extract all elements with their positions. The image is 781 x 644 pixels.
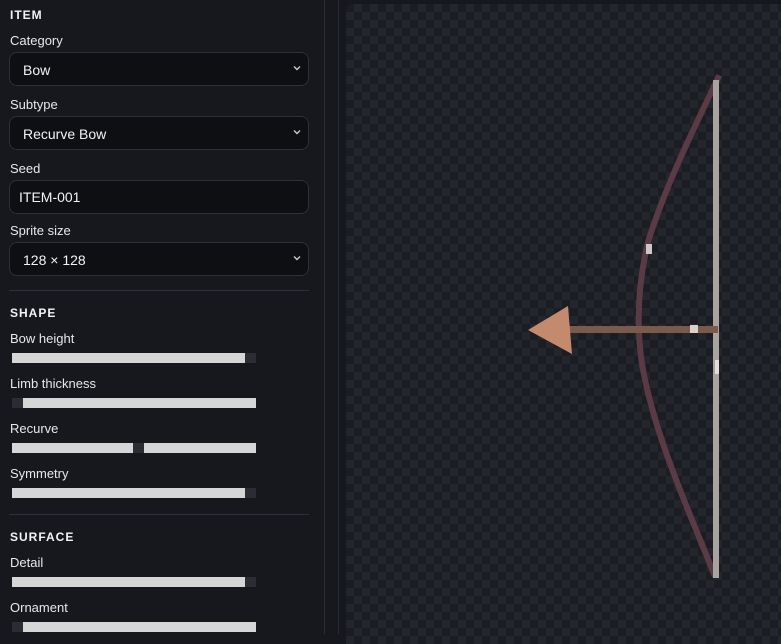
sprite-preview-canvas bbox=[346, 4, 781, 644]
slider-fill bbox=[12, 443, 133, 453]
category-value: Bow bbox=[23, 62, 51, 78]
sprite-size-select[interactable]: 128 × 128 bbox=[9, 242, 309, 276]
category-select[interactable]: Bow bbox=[9, 52, 309, 86]
arrow-head bbox=[528, 306, 572, 354]
ornament-label: Ornament bbox=[10, 600, 68, 615]
chevron-down-icon bbox=[293, 130, 301, 135]
shape-section-title: SHAPE bbox=[10, 306, 57, 320]
slider-thumb[interactable] bbox=[12, 398, 23, 408]
slider-fill bbox=[12, 577, 245, 587]
slider-thumb[interactable] bbox=[133, 443, 144, 453]
bow-height-slider[interactable] bbox=[12, 353, 256, 363]
surface-section-title: SURFACE bbox=[10, 530, 75, 544]
seed-input[interactable]: ITEM-001 bbox=[9, 180, 309, 214]
slider-thumb[interactable] bbox=[245, 488, 256, 498]
detail-label: Detail bbox=[10, 555, 44, 570]
chevron-down-icon bbox=[293, 256, 301, 261]
ornament-slider[interactable] bbox=[12, 622, 256, 632]
subtype-value: Recurve Bow bbox=[23, 126, 107, 142]
section-divider bbox=[9, 514, 309, 515]
limb-thickness-label: Limb thickness bbox=[10, 376, 96, 391]
item-section-title: ITEM bbox=[10, 8, 43, 22]
settings-panel: ITEM Category Bow Subtype Recurve Bow Se… bbox=[0, 0, 325, 634]
slider-track-remaining bbox=[23, 398, 256, 408]
slider-fill bbox=[12, 353, 245, 363]
detail-slider[interactable] bbox=[12, 577, 256, 587]
slider-track-remaining bbox=[23, 622, 256, 632]
seed-label: Seed bbox=[10, 161, 41, 176]
slider-thumb[interactable] bbox=[245, 353, 256, 363]
slider-track-remaining bbox=[144, 443, 256, 453]
sprite-size-value: 128 × 128 bbox=[23, 252, 86, 268]
recurve-label: Recurve bbox=[10, 421, 59, 436]
panel-resize-gutter[interactable] bbox=[325, 0, 339, 634]
symmetry-slider[interactable] bbox=[12, 488, 256, 498]
subtype-label: Subtype bbox=[10, 97, 58, 112]
seed-value: ITEM-001 bbox=[19, 189, 81, 205]
limb-thickness-slider[interactable] bbox=[12, 398, 256, 408]
limb-highlight bbox=[646, 244, 652, 254]
recurve-slider[interactable] bbox=[12, 443, 256, 453]
section-divider bbox=[9, 290, 309, 291]
string-highlight bbox=[715, 360, 719, 374]
string-nock bbox=[690, 325, 698, 333]
bow-height-label: Bow height bbox=[10, 331, 75, 346]
slider-thumb[interactable] bbox=[245, 577, 256, 587]
subtype-select[interactable]: Recurve Bow bbox=[9, 116, 309, 150]
slider-thumb[interactable] bbox=[12, 622, 23, 632]
recurve-bow-sprite bbox=[528, 73, 723, 578]
category-label: Category bbox=[10, 33, 63, 48]
slider-fill bbox=[12, 488, 245, 498]
symmetry-label: Symmetry bbox=[10, 466, 69, 481]
chevron-down-icon bbox=[293, 66, 301, 71]
sprite-size-label: Sprite size bbox=[10, 223, 71, 238]
